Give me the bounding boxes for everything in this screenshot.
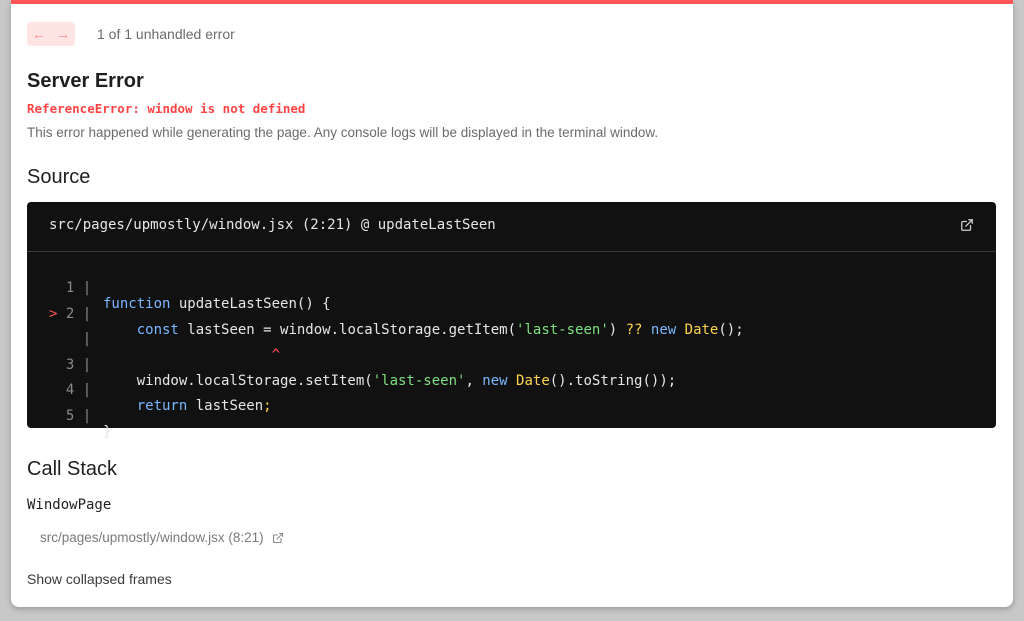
error-navigation: ← → 1 of 1 unhandled error (27, 22, 235, 46)
code-text: const lastSeen = window.localStorage.get… (136, 321, 744, 338)
error-description: This error happened while generating the… (27, 125, 659, 140)
code-line: 4 | return lastSeen; (27, 366, 272, 414)
stack-frame-name: WindowPage (27, 497, 112, 513)
nav-button-group: ← → (27, 22, 75, 46)
error-message: ReferenceError: window is not defined (27, 101, 306, 116)
source-heading: Source (27, 166, 91, 188)
external-link-icon[interactable] (960, 218, 974, 232)
external-link-icon (272, 532, 283, 543)
show-collapsed-frames-button[interactable]: Show collapsed frames (27, 571, 172, 587)
code-text: window.localStorage.setItem('last-seen',… (103, 372, 677, 389)
code-frame: src/pages/upmostly/window.jsx (2:21) @ u… (27, 202, 996, 440)
code-lines: 1 | function updateLastSeen() { > 2 | co… (27, 264, 744, 440)
line-gutter: 5 | (49, 407, 100, 424)
code-text: function updateLastSeen() { (103, 296, 331, 312)
page-title: Server Error (27, 70, 144, 92)
code-line: 5 | } (27, 392, 112, 440)
code-file-link[interactable]: src/pages/upmostly/window.jsx (2:21) @ u… (49, 217, 496, 233)
code-line-caret: | ^ (27, 315, 280, 363)
next-error-button[interactable]: → (51, 22, 75, 46)
previous-error-button[interactable]: ← (27, 22, 51, 46)
code-frame-header: src/pages/upmostly/window.jsx (2:21) @ u… (27, 202, 996, 252)
code-line: 1 | function updateLastSeen() { (27, 264, 331, 312)
code-text: } (103, 423, 112, 440)
arrow-right-icon: → (56, 26, 70, 42)
error-caret: ^ (103, 347, 281, 363)
code-line: 3 | window.localStorage.setItem('last-se… (27, 341, 676, 389)
code-line-highlighted: > 2 | const lastSeen = window.localStora… (27, 290, 744, 338)
call-stack-heading: Call Stack (27, 458, 118, 480)
stack-frame-location: src/pages/upmostly/window.jsx (8:21) (40, 530, 264, 545)
error-overlay-dialog: ← → 1 of 1 unhandled error Server Error … (11, 0, 1013, 607)
code-text: return lastSeen; (136, 398, 272, 414)
arrow-left-icon: ← (32, 26, 46, 42)
stack-frame-location-link[interactable]: src/pages/upmostly/window.jsx (8:21) (40, 530, 284, 545)
error-count-label: 1 of 1 unhandled error (97, 26, 235, 42)
